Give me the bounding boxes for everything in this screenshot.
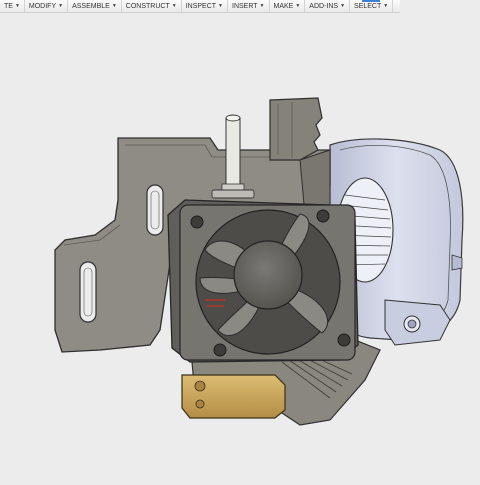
screw-hole [190,215,204,229]
chevron-down-icon: ▼ [14,3,20,9]
toolbar-item-modify[interactable]: MODIFY ▼ [25,0,69,12]
cooling-fan[interactable] [167,199,359,363]
toolbar-item-assemble[interactable]: ASSEMBLE ▼ [68,0,122,12]
toolbar-item-inspect[interactable]: INSPECT ▼ [182,0,228,12]
mounting-slot [146,184,164,236]
model-canvas [54,97,464,426]
toolbar-item-select[interactable]: SELECT ▼ [350,0,394,12]
chevron-down-icon: ▼ [171,3,177,9]
toolbar-item-label: TE [4,2,13,10]
toolbar-item-label: ASSEMBLE [72,2,110,10]
toolbar-item-make[interactable]: MAKE ▼ [270,0,306,12]
toolbar-item-label: CONSTRUCT [125,2,170,10]
chevron-down-icon: ▼ [58,3,64,9]
toolbar-item-add-ins[interactable]: ADD-INS ▼ [305,0,351,12]
toolbar-item-create[interactable]: TE ▼ [0,0,25,12]
top-toolbar: TE ▼ MODIFY ▼ ASSEMBLE ▼ CONSTRUCT ▼ INSPECT… [0,0,400,13]
toolbar-item-insert[interactable]: INSERT ▼ [228,0,270,12]
toolbar-item-label: INSPECT [185,2,217,10]
toolbar-item-construct[interactable]: CONSTRUCT ▼ [122,0,182,12]
chevron-down-icon: ▼ [295,3,301,9]
mounting-slot [79,261,97,323]
fan-hub [233,240,303,310]
chevron-down-icon: ▼ [383,3,389,9]
chevron-down-icon: ▼ [340,3,346,9]
screw-hole [337,333,351,347]
3d-viewport[interactable] [0,13,480,480]
toolbar-item-label: MAKE [273,2,294,10]
toolbar-item-label: ADD-INS [309,2,339,10]
heater-block[interactable] [181,374,286,419]
chevron-down-icon: ▼ [218,3,223,9]
screw-hole [213,343,227,357]
screw-hole [316,209,330,223]
chevron-down-icon: ▼ [111,3,117,9]
toolbar-item-label: SELECT [354,2,382,10]
chevron-down-icon: ▼ [259,3,265,9]
toolbar-item-label: INSERT [232,2,258,10]
toolbar-item-label: MODIFY [28,2,57,10]
